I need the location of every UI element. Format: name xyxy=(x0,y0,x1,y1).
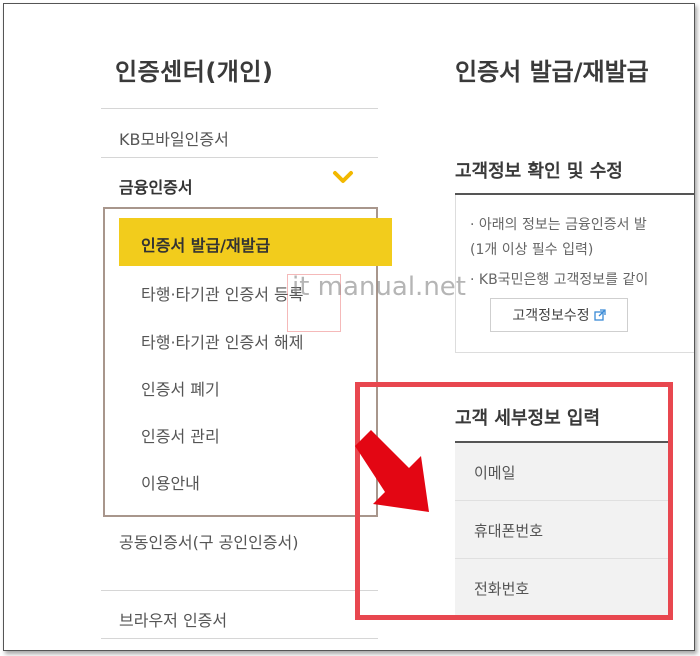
divider xyxy=(101,157,378,158)
divider xyxy=(101,108,378,109)
sidebar-item-kb-mobile[interactable]: KB모바일인증서 xyxy=(119,126,229,150)
sidebar-item-joint[interactable]: 공동인증서(구 공인인증서) xyxy=(119,531,339,555)
info-line: · 아래의 정보는 금융인증서 발 xyxy=(470,217,647,233)
sidebar-item-financial[interactable]: 금융인증서 xyxy=(119,174,193,198)
red-arrow-icon xyxy=(355,430,429,512)
chevron-down-icon[interactable] xyxy=(332,167,354,187)
sidebar-title: 인증센터(개인) xyxy=(115,58,274,86)
info-line: (1개 이상 필수 입력) xyxy=(470,242,594,258)
submenu-item-manage[interactable]: 인증서 관리 xyxy=(141,423,220,447)
submenu-item-label: 인증서 발급/재발급 xyxy=(141,236,271,255)
section-title: 고객정보 확인 및 수정 xyxy=(455,161,623,182)
info-line: · KB국민은행 고객정보를 같이 xyxy=(470,272,649,288)
sidebar-item-browser[interactable]: 브라우저 인증서 xyxy=(119,607,227,631)
external-link-icon xyxy=(593,309,606,321)
edit-button-label: 고객정보수정 xyxy=(512,308,590,324)
screenshot-frame: 인증센터(개인) KB모바일인증서 금융인증서 인증서 발급/재발급 타행·타기… xyxy=(3,3,695,651)
watermark: it manual.net xyxy=(292,272,466,302)
divider xyxy=(101,638,378,639)
submenu-item-unregister[interactable]: 타행·타기관 인증서 해제 xyxy=(141,329,303,353)
submenu-item-guide[interactable]: 이용안내 xyxy=(141,470,200,494)
page-title: 인증서 발급/재발급 xyxy=(455,58,649,86)
divider xyxy=(101,590,378,591)
submenu-item-issue[interactable]: 인증서 발급/재발급 xyxy=(119,218,392,266)
submenu-item-register[interactable]: 타행·타기관 인증서 등록 xyxy=(141,281,303,305)
edit-customer-info-button[interactable]: 고객정보수정 xyxy=(490,298,628,332)
submenu-item-revoke[interactable]: 인증서 폐기 xyxy=(141,376,220,400)
